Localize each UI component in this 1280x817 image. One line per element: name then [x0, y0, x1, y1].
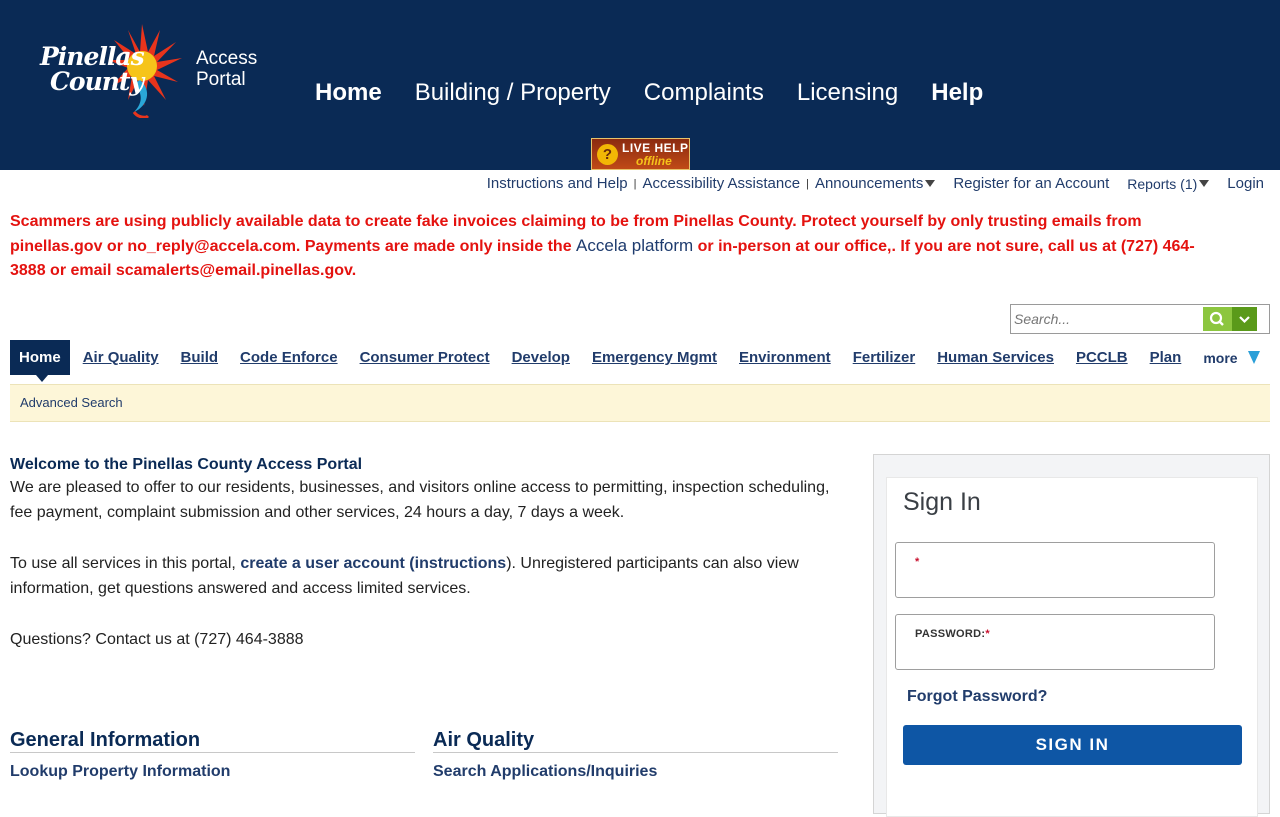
login-link[interactable]: Login	[1227, 175, 1264, 192]
portal-title: Access Portal	[196, 48, 257, 90]
nav-building-property[interactable]: Building / Property	[415, 78, 611, 108]
tab-fertilizer[interactable]: Fertilizer	[853, 349, 916, 366]
tab-build[interactable]: Build	[181, 349, 219, 366]
required-mark: *	[985, 628, 990, 640]
password-label: PASSWORD:*	[915, 628, 990, 640]
more-dropdown-icon[interactable]	[1247, 351, 1260, 364]
live-help-button[interactable]: ? LIVE HELP offline	[591, 138, 690, 170]
live-help-label: LIVE HELP	[622, 141, 689, 155]
welcome-title: Welcome to the Pinellas County Access Po…	[10, 456, 363, 473]
password-label-text: PASSWORD:	[915, 628, 986, 640]
welcome-section: Welcome to the Pinellas County Access Po…	[10, 455, 840, 652]
tab-develop[interactable]: Develop	[512, 349, 570, 366]
lookup-property-link[interactable]: Lookup Property Information	[10, 763, 415, 781]
reports-dropdown-icon[interactable]	[1199, 180, 1210, 187]
welcome-paragraph-2-start: To use all services in this portal,	[10, 555, 241, 572]
tabs-more-link[interactable]: more	[1203, 350, 1237, 366]
announcements-dropdown-icon[interactable]	[925, 180, 936, 187]
announcements-link[interactable]: Announcements	[815, 175, 923, 192]
tab-consumer-protect[interactable]: Consumer Protect	[360, 349, 490, 366]
welcome-paragraph-1: We are pleased to offer to our residents…	[10, 479, 830, 521]
search-options-button[interactable]	[1232, 307, 1257, 331]
live-help-status: offline	[636, 154, 672, 168]
tab-plan[interactable]: Plan	[1150, 349, 1182, 366]
section-title: Air Quality	[433, 730, 838, 753]
search-button[interactable]	[1203, 307, 1232, 331]
password-field[interactable]: PASSWORD:*	[895, 614, 1215, 670]
pinellas-county-logo[interactable]: Pinellas County	[36, 22, 186, 119]
tab-human-services[interactable]: Human Services	[937, 349, 1054, 366]
accela-platform-link[interactable]: Accela platform	[576, 236, 693, 255]
advanced-search-bar: Advanced Search	[10, 384, 1270, 422]
register-link[interactable]: Register for an Account	[953, 175, 1109, 192]
chevron-down-icon	[1239, 316, 1250, 324]
search-icon	[1209, 311, 1224, 326]
nav-home[interactable]: Home	[315, 78, 382, 108]
search-input[interactable]	[1014, 308, 1202, 330]
tab-emergency-mgmt[interactable]: Emergency Mgmt	[592, 349, 717, 366]
air-quality-section: Air Quality Search Applications/Inquirie…	[433, 730, 838, 781]
nav-licensing[interactable]: Licensing	[797, 78, 898, 108]
welcome-paragraph-2: To use all services in this portal, crea…	[10, 551, 840, 601]
global-search	[1010, 304, 1270, 334]
separator: |	[633, 177, 637, 190]
reports-link[interactable]: Reports (1)	[1127, 176, 1197, 192]
username-field[interactable]: *	[895, 542, 1215, 598]
instructions-help-link[interactable]: Instructions and Help	[487, 175, 628, 192]
portal-title-line-1: Access	[196, 48, 258, 69]
question-icon: ?	[597, 144, 618, 165]
sign-in-panel: Sign In * PASSWORD:* Forgot Password? SI…	[873, 454, 1270, 817]
username-label: *	[915, 556, 920, 568]
tab-air-quality[interactable]: Air Quality	[83, 349, 159, 366]
nav-help[interactable]: Help	[931, 78, 983, 108]
sign-in-title: Sign In	[903, 488, 981, 516]
required-mark: *	[915, 556, 920, 568]
tab-pcclb[interactable]: PCCLB	[1076, 349, 1128, 366]
module-tabs: Home Air Quality Build Code Enforce Cons…	[10, 340, 1260, 382]
tab-environment[interactable]: Environment	[739, 349, 831, 366]
nav-complaints[interactable]: Complaints	[644, 78, 764, 108]
portal-title-line-2: Portal	[196, 69, 246, 90]
accessibility-link[interactable]: Accessibility Assistance	[643, 175, 801, 192]
sign-in-card: Sign In * PASSWORD:* Forgot Password? SI…	[886, 477, 1258, 817]
general-information-section: General Information Lookup Property Info…	[10, 730, 415, 781]
forgot-password-link[interactable]: Forgot Password?	[907, 688, 1047, 706]
contact-text: Questions? Contact us at (727) 464-3888	[10, 631, 304, 648]
search-applications-link[interactable]: Search Applications/Inquiries	[433, 763, 838, 781]
sign-in-button[interactable]: SIGN IN	[903, 725, 1242, 765]
section-title: General Information	[10, 730, 415, 753]
utility-links: Instructions and Help | Accessibility As…	[487, 175, 1264, 192]
create-account-link[interactable]: create a user account (instructions	[240, 555, 506, 572]
logo-wordmark: Pinellas County	[40, 42, 145, 96]
tab-home[interactable]: Home	[10, 340, 70, 382]
logo-line-1: Pinellas	[40, 42, 145, 71]
tab-code-enforce[interactable]: Code Enforce	[240, 349, 338, 366]
scam-alert: Scammers are using publicly available da…	[10, 210, 1210, 283]
main-nav: Home Building / Property Complaints Lice…	[315, 78, 1016, 108]
separator: |	[806, 177, 809, 190]
logo-line-2: County	[50, 67, 144, 96]
site-header: Pinellas County Access Portal Home Build…	[0, 0, 1280, 170]
advanced-search-link[interactable]: Advanced Search	[20, 395, 123, 410]
